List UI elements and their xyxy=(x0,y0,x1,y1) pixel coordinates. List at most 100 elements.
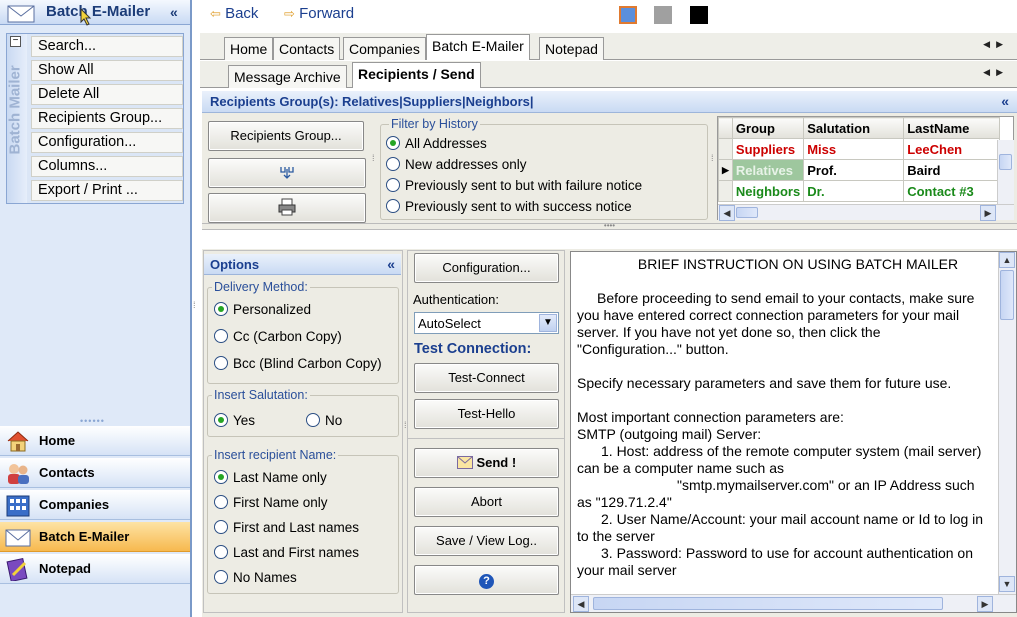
save-view-log-button[interactable]: Save / View Log.. xyxy=(414,526,559,556)
instructions-panel[interactable]: BRIEF INSTRUCTION ON USING BATCH MAILER … xyxy=(570,251,1017,613)
test-hello-button[interactable]: Test-Hello xyxy=(414,399,559,429)
help-button[interactable]: ? xyxy=(414,565,559,595)
salutation-no[interactable]: No xyxy=(306,413,342,428)
splitter-grip[interactable]: ⁞ xyxy=(711,153,714,163)
send-button[interactable]: Send ! xyxy=(414,448,559,478)
color-swatch-black[interactable] xyxy=(690,6,708,24)
task-recipients-group[interactable]: Recipients Group... xyxy=(31,108,183,129)
salutation-yes[interactable]: Yes xyxy=(214,413,255,428)
scroll-down-arrow-icon[interactable]: ▼ xyxy=(999,576,1015,592)
print-button[interactable] xyxy=(208,193,366,223)
scroll-thumb[interactable] xyxy=(593,597,943,610)
name-first-and-last[interactable]: First and Last names xyxy=(214,520,359,535)
scroll-left-arrow-icon[interactable]: ◀ xyxy=(573,596,589,612)
task-columns[interactable]: Columns... xyxy=(31,156,183,177)
recipients-grid[interactable]: Group Salutation LastName Suppliers Miss… xyxy=(717,116,1014,221)
scroll-thumb[interactable] xyxy=(1000,270,1014,320)
instructions-text: BRIEF INSTRUCTION ON USING BATCH MAILER … xyxy=(577,256,989,591)
instructions-paragraph: Specify necessary parameters and save th… xyxy=(577,375,952,391)
horizontal-splitter[interactable]: •••• xyxy=(202,222,1017,230)
column-header-salutation[interactable]: Salutation xyxy=(803,117,905,139)
radio-icon xyxy=(214,495,228,509)
instructions-vertical-scrollbar[interactable]: ▲ ▼ xyxy=(998,252,1016,594)
task-configuration[interactable]: Configuration... xyxy=(31,132,183,153)
task-show-all[interactable]: Show All xyxy=(31,60,183,81)
nav-contacts[interactable]: Contacts xyxy=(0,458,190,488)
recipients-group-button[interactable]: Recipients Group... xyxy=(208,121,364,151)
task-panel: − Batch Mailer Search... Show All Delete… xyxy=(6,33,184,204)
filter-all-addresses[interactable]: All Addresses xyxy=(386,136,487,151)
nav-batch-emailer-label: Batch E-Mailer xyxy=(39,529,130,544)
filter-success-notice[interactable]: Previously sent to with success notice xyxy=(386,199,632,214)
tab-message-archive[interactable]: Message Archive xyxy=(228,65,347,88)
instructions-horizontal-scrollbar[interactable]: ◀ ▶ xyxy=(571,594,1016,612)
collapse-recipients-button[interactable]: « xyxy=(1001,93,1009,109)
nav-notepad[interactable]: Notepad xyxy=(0,554,190,584)
envelope-icon xyxy=(7,5,35,23)
authentication-select[interactable]: AutoSelect ▼ xyxy=(414,312,559,334)
name-first-only[interactable]: First Name only xyxy=(214,495,328,510)
filter-new-addresses[interactable]: New addresses only xyxy=(386,157,527,172)
tab-companies[interactable]: Companies xyxy=(343,37,426,60)
scroll-thumb[interactable] xyxy=(999,154,1012,170)
home-icon xyxy=(7,431,29,452)
filter-failure-notice[interactable]: Previously sent to but with failure noti… xyxy=(386,178,642,193)
splitter-grip[interactable]: ⁞ xyxy=(372,153,375,163)
grid-horizontal-scrollbar[interactable]: ◀ ▶ xyxy=(718,204,1014,221)
configuration-button[interactable]: Configuration... xyxy=(414,253,559,283)
help-icon: ? xyxy=(479,574,494,589)
column-header-group[interactable]: Group xyxy=(731,117,805,139)
radio-selected-icon xyxy=(214,302,228,316)
subtab-scroll-arrows[interactable]: ◀▶ xyxy=(983,67,1009,78)
options-header: Options « xyxy=(204,254,401,275)
splitter-grip[interactable]: ⁞ xyxy=(193,300,196,310)
collapse-pane-button[interactable]: « xyxy=(170,4,178,20)
name-none[interactable]: No Names xyxy=(214,570,297,585)
radio-icon xyxy=(386,199,400,213)
instructions-paragraph: Most important connection parameters are… xyxy=(577,409,844,425)
color-swatch-gray[interactable] xyxy=(654,6,672,24)
task-export-print[interactable]: Export / Print ... xyxy=(31,180,183,201)
column-header-lastname[interactable]: LastName xyxy=(903,117,1001,139)
delivery-personalized[interactable]: Personalized xyxy=(214,302,311,317)
tab-notepad[interactable]: Notepad xyxy=(539,37,604,60)
name-last-only[interactable]: Last Name only xyxy=(214,470,327,485)
forward-button[interactable]: ⇨ Forward xyxy=(284,5,354,22)
nav-batch-emailer[interactable]: Batch E-Mailer xyxy=(0,522,190,552)
nav-home[interactable]: Home xyxy=(0,426,190,456)
tab-home[interactable]: Home xyxy=(224,37,274,60)
collapse-options-button[interactable]: « xyxy=(387,256,395,272)
table-row[interactable]: Neighbors Dr. Contact #3 xyxy=(718,180,1001,202)
tab-recipients-send[interactable]: Recipients / Send xyxy=(352,62,481,88)
test-connect-button[interactable]: Test-Connect xyxy=(414,363,559,393)
divider xyxy=(407,438,565,439)
table-row[interactable]: ▶ Relatives Prof. Baird xyxy=(718,159,1001,181)
scroll-right-arrow-icon[interactable]: ▶ xyxy=(980,205,996,221)
grid-vertical-scrollbar[interactable] xyxy=(997,140,1014,204)
back-button[interactable]: ⇦ Back xyxy=(210,5,258,22)
delivery-bcc[interactable]: Bcc (Blind Carbon Copy) xyxy=(214,356,382,371)
chevron-down-icon[interactable]: ▼ xyxy=(539,314,557,332)
spacer xyxy=(202,230,1017,249)
task-delete-all[interactable]: Delete All xyxy=(31,84,183,105)
tab-scroll-arrows[interactable]: ◀▶ xyxy=(983,39,1009,50)
tab-batch-emailer[interactable]: Batch E-Mailer xyxy=(426,34,530,60)
abort-button[interactable]: Abort xyxy=(414,487,559,517)
name-last-and-first[interactable]: Last and First names xyxy=(214,545,359,560)
scroll-right-arrow-icon[interactable]: ▶ xyxy=(977,596,993,612)
collapse-tasks-button[interactable]: − xyxy=(10,36,21,47)
scroll-left-arrow-icon[interactable]: ◀ xyxy=(719,205,735,221)
color-swatch-blue[interactable] xyxy=(619,6,637,24)
authentication-label: Authentication: xyxy=(413,292,500,307)
radio-icon xyxy=(214,570,228,584)
scroll-up-arrow-icon[interactable]: ▲ xyxy=(999,252,1015,268)
task-search[interactable]: Search... xyxy=(31,36,183,57)
delivery-cc[interactable]: Cc (Carbon Copy) xyxy=(214,329,342,344)
grid-view-button[interactable] xyxy=(208,158,366,188)
cell-lastname: Baird xyxy=(903,159,1001,181)
radio-selected-icon xyxy=(386,136,400,150)
tab-contacts[interactable]: Contacts xyxy=(273,37,341,60)
table-row[interactable]: Suppliers Miss LeeChen xyxy=(718,138,1001,160)
nav-companies[interactable]: Companies xyxy=(0,490,190,520)
scroll-thumb[interactable] xyxy=(736,207,758,218)
